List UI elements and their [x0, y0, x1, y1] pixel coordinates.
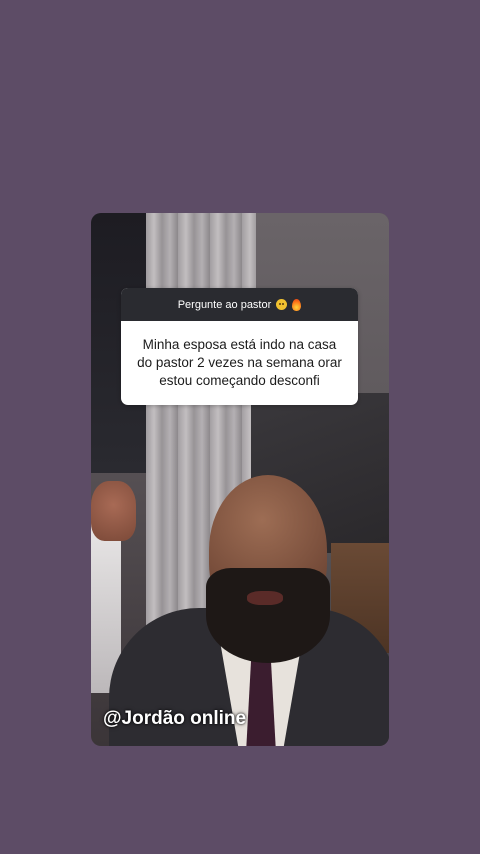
question-text: Minha esposa está indo na casa do pastor… — [137, 336, 342, 390]
story-screen: Pergunte ao pastor Minha esposa está ind… — [0, 0, 480, 854]
raised-fist — [91, 481, 136, 541]
speaker-mouth — [247, 591, 283, 605]
question-line: estou começando desconfi — [159, 373, 320, 388]
question-line: do pastor 2 vezes na semana orar — [137, 355, 342, 370]
question-line: Minha esposa está indo na casa — [142, 337, 337, 352]
question-sticker-title: Pergunte ao pastor — [177, 298, 272, 311]
question-sticker[interactable]: Pergunte ao pastor Minha esposa está ind… — [121, 288, 358, 405]
question-sticker-header: Pergunte ao pastor — [121, 288, 358, 321]
fire-emoji-icon — [292, 298, 302, 311]
grimacing-face-emoji-icon — [276, 299, 288, 310]
question-sticker-body: Minha esposa está indo na casa do pastor… — [121, 321, 358, 405]
speaker-beard — [206, 568, 330, 663]
watermark-caption: @Jordão online — [103, 708, 247, 729]
